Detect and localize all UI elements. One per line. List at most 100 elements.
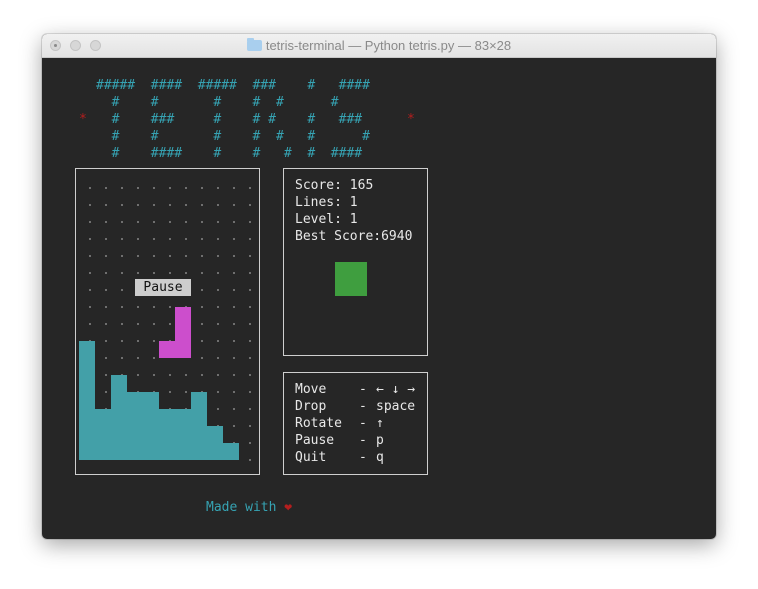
empty-cell-dot — [233, 425, 235, 427]
empty-cell-dot — [105, 204, 107, 206]
control-row-move: Move - ← ↓ → — [295, 382, 416, 397]
empty-cell-dot — [233, 204, 235, 206]
stack-cell — [79, 341, 95, 358]
stack-cell — [175, 443, 191, 460]
empty-cell-dot — [201, 204, 203, 206]
empty-cell-dot — [249, 306, 251, 308]
stack-cell — [207, 443, 223, 460]
control-row-drop: Drop - space — [295, 399, 416, 414]
logo-line: # # # # # # — [96, 95, 339, 110]
empty-cell-dot — [217, 289, 219, 291]
empty-cell-dot — [249, 442, 251, 444]
falling-piece-cell — [175, 341, 191, 358]
next-piece-preview — [335, 262, 367, 296]
empty-cell-dot — [105, 391, 107, 393]
stack-cell — [111, 443, 127, 460]
stack-cell — [175, 409, 191, 426]
empty-cell-dot — [121, 289, 123, 291]
empty-cell-dot — [201, 374, 203, 376]
empty-cell-dot — [233, 374, 235, 376]
empty-cell-dot — [201, 357, 203, 359]
control-row-pause: Pause - p — [295, 433, 384, 448]
control-row-quit: Quit - q — [295, 450, 384, 465]
stack-cell — [111, 426, 127, 443]
empty-cell-dot — [201, 221, 203, 223]
empty-cell-dot — [153, 323, 155, 325]
empty-cell-dot — [89, 306, 91, 308]
window-title: tetris-terminal — Python tetris.py — 83×… — [265, 38, 512, 53]
empty-cell-dot — [233, 306, 235, 308]
stack-cell — [79, 375, 95, 392]
empty-cell-dot — [201, 306, 203, 308]
logo-star-left: * — [79, 112, 87, 127]
empty-cell-dot — [217, 374, 219, 376]
empty-cell-dot — [121, 221, 123, 223]
empty-cell-dot — [137, 187, 139, 189]
stack-cell — [143, 392, 159, 409]
empty-cell-dot — [233, 272, 235, 274]
empty-cell-dot — [185, 374, 187, 376]
stack-cell — [191, 409, 207, 426]
empty-cell-dot — [105, 187, 107, 189]
empty-cell-dot — [169, 306, 171, 308]
empty-cell-dot — [137, 272, 139, 274]
empty-cell-dot — [233, 323, 235, 325]
empty-cell-dot — [249, 391, 251, 393]
empty-cell-dot — [153, 357, 155, 359]
empty-cell-dot — [217, 221, 219, 223]
empty-cell-dot — [169, 272, 171, 274]
stack-cell — [191, 443, 207, 460]
stack-cell — [111, 392, 127, 409]
empty-cell-dot — [217, 357, 219, 359]
empty-cell-dot — [185, 187, 187, 189]
empty-cell-dot — [153, 374, 155, 376]
empty-cell-dot — [217, 323, 219, 325]
empty-cell-dot — [169, 255, 171, 257]
empty-cell-dot — [105, 323, 107, 325]
stack-cell — [95, 426, 111, 443]
game-board: Pause — [75, 168, 260, 475]
empty-cell-dot — [233, 357, 235, 359]
empty-cell-dot — [89, 221, 91, 223]
stack-cell — [143, 426, 159, 443]
empty-cell-dot — [89, 255, 91, 257]
stack-cell — [95, 409, 111, 426]
made-with-footer: Made with ❤ — [206, 500, 293, 515]
heart-icon: ❤ — [284, 500, 293, 515]
empty-cell-dot — [169, 323, 171, 325]
empty-cell-dot — [137, 374, 139, 376]
empty-cell-dot — [249, 425, 251, 427]
empty-cell-dot — [137, 306, 139, 308]
best-score-value: Best Score:6940 — [295, 229, 413, 244]
empty-cell-dot — [105, 289, 107, 291]
stack-cell — [111, 375, 127, 392]
pause-indicator: Pause — [135, 279, 191, 296]
empty-cell-dot — [249, 204, 251, 206]
empty-cell-dot — [169, 221, 171, 223]
empty-cell-dot — [105, 238, 107, 240]
stack-cell — [127, 409, 143, 426]
empty-cell-dot — [217, 272, 219, 274]
empty-cell-dot — [217, 408, 219, 410]
stack-cell — [143, 443, 159, 460]
empty-cell-dot — [233, 221, 235, 223]
stack-cell — [159, 409, 175, 426]
empty-cell-dot — [185, 238, 187, 240]
empty-cell-dot — [249, 340, 251, 342]
empty-cell-dot — [249, 374, 251, 376]
empty-cell-dot — [121, 187, 123, 189]
empty-cell-dot — [217, 204, 219, 206]
empty-cell-dot — [121, 306, 123, 308]
empty-cell-dot — [201, 238, 203, 240]
title-bar: tetris-terminal — Python tetris.py — 83×… — [42, 34, 716, 58]
empty-cell-dot — [153, 221, 155, 223]
empty-cell-dot — [185, 391, 187, 393]
empty-cell-dot — [105, 272, 107, 274]
empty-cell-dot — [217, 187, 219, 189]
empty-cell-dot — [201, 289, 203, 291]
stack-cell — [127, 392, 143, 409]
folder-icon — [246, 38, 262, 51]
empty-cell-dot — [89, 272, 91, 274]
empty-cell-dot — [137, 238, 139, 240]
stack-cell — [79, 443, 95, 460]
